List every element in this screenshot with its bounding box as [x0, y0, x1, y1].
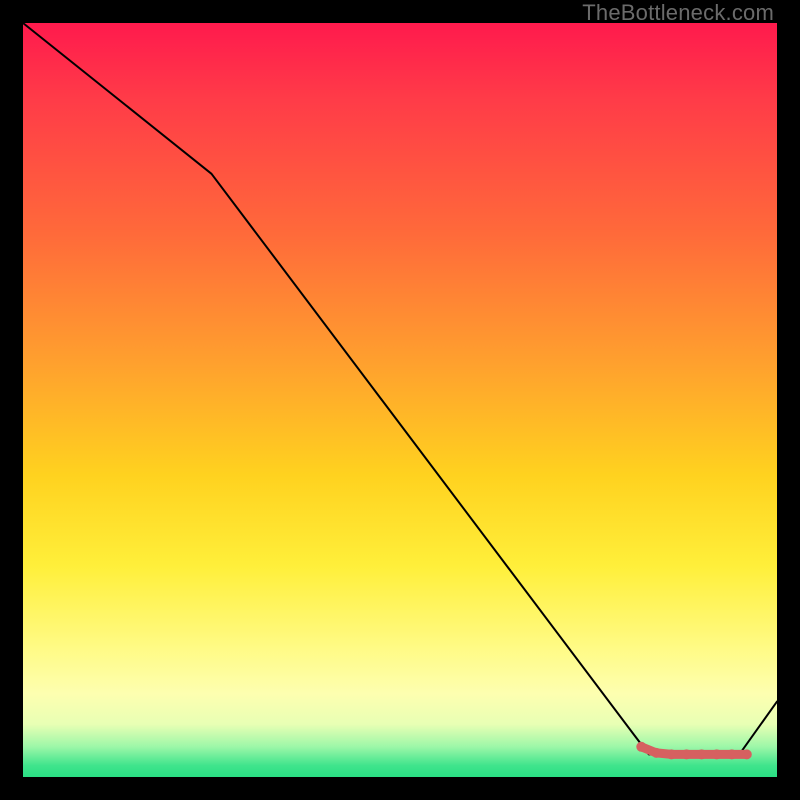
optimal-range-dot	[651, 748, 661, 758]
chart-overlay	[23, 23, 777, 777]
optimal-range-dot	[666, 749, 676, 759]
chart-frame: TheBottleneck.com	[0, 0, 800, 800]
optimal-range-dot	[712, 749, 722, 759]
optimal-range-highlight	[636, 742, 752, 760]
optimal-range-dot	[727, 749, 737, 759]
optimal-range-dot	[697, 749, 707, 759]
optimal-range-dot	[636, 742, 646, 752]
optimal-range-dot	[682, 749, 692, 759]
main-line-path	[23, 23, 777, 754]
optimal-range-dot	[742, 749, 752, 759]
bottleneck-line	[23, 23, 777, 754]
